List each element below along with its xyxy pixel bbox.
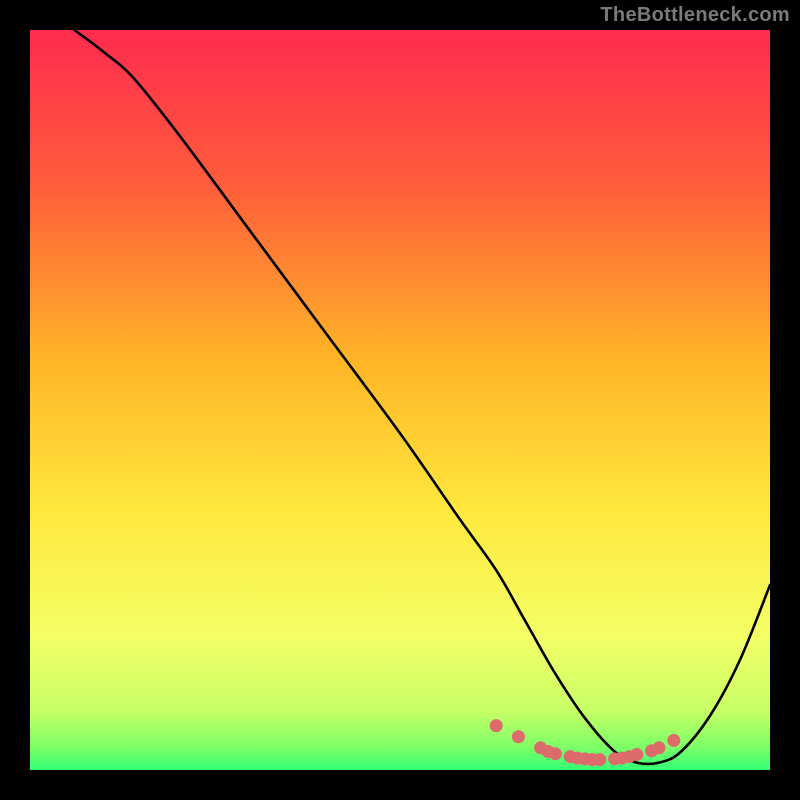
highlight-dot <box>490 719 503 732</box>
highlight-dot <box>593 753 606 766</box>
highlight-dot <box>512 730 525 743</box>
highlight-dot <box>630 748 643 761</box>
watermark-text: TheBottleneck.com <box>600 4 790 27</box>
highlight-dot <box>653 741 666 754</box>
bottleneck-chart <box>0 0 800 800</box>
highlight-dot <box>667 734 680 747</box>
plot-background <box>30 30 770 770</box>
highlight-dot <box>549 747 562 760</box>
